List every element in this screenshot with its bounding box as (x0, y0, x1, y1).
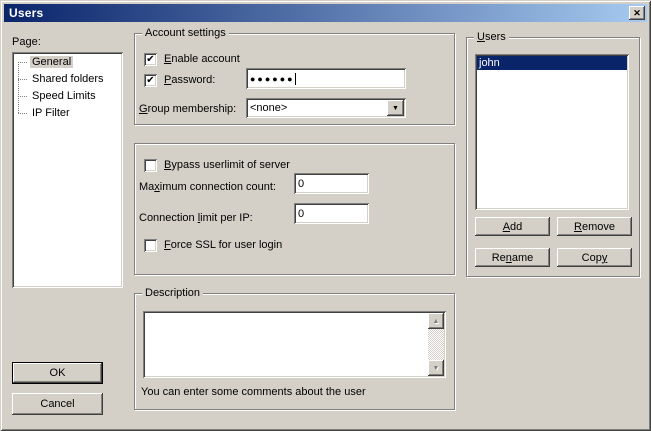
password-field[interactable]: ●●●●●● (246, 68, 406, 89)
enable-account-label[interactable]: Enable account (164, 53, 240, 65)
tree-item-label: IP Filter (30, 107, 72, 119)
password-checkbox[interactable]: ✔ (144, 74, 157, 87)
page-tree[interactable]: General Shared folders Speed Limits IP F… (12, 52, 123, 288)
users-list[interactable]: john (475, 54, 629, 210)
rename-button[interactable]: Rename (475, 248, 550, 267)
description-textarea[interactable]: ▲ ▼ (143, 311, 446, 378)
description-hint: You can enter some comments about the us… (141, 386, 366, 398)
window-title: Users (9, 6, 43, 20)
scroll-down-icon: ▼ (433, 365, 440, 372)
force-ssl-label[interactable]: Force SSL for user login (164, 239, 282, 251)
close-button[interactable]: ✕ (629, 6, 645, 20)
tree-item-shared-folders[interactable]: Shared folders (14, 71, 121, 88)
group-membership-value: <none> (250, 102, 402, 114)
dropdown-button[interactable]: ▼ (387, 100, 404, 116)
limits-group: ✔ Bypass userlimit of server Maximum con… (134, 143, 455, 275)
cancel-button[interactable]: Cancel (12, 393, 103, 415)
tree-item-label: Speed Limits (30, 90, 98, 102)
force-ssl-checkbox[interactable]: ✔ (144, 239, 157, 252)
ok-button[interactable]: OK (12, 362, 103, 384)
tree-item-general[interactable]: General (14, 54, 121, 71)
copy-button[interactable]: Copy (557, 248, 632, 267)
tree-item-ip-filter[interactable]: IP Filter (14, 105, 121, 122)
enable-account-checkbox[interactable]: ✔ (144, 53, 157, 66)
remove-button-label: Remove (574, 221, 615, 233)
chevron-down-icon: ▼ (392, 105, 399, 112)
bypass-userlimit-label[interactable]: Bypass userlimit of server (164, 159, 290, 171)
add-button-label: Add (503, 221, 523, 233)
add-button[interactable]: Add (475, 217, 550, 236)
scroll-down-button[interactable]: ▼ (428, 360, 444, 376)
check-icon: ✔ (146, 53, 154, 66)
group-membership-label: Group membership: (139, 103, 236, 115)
tree-item-speed-limits[interactable]: Speed Limits (14, 88, 121, 105)
text-caret (295, 73, 296, 85)
rename-button-label: Rename (492, 252, 534, 264)
password-masked-value: ●●●●●● (250, 74, 295, 84)
account-settings-group: Account settings ✔ Enable account ✔ Pass… (134, 33, 455, 125)
user-list-item[interactable]: john (477, 56, 627, 70)
users-group-title: Users (474, 31, 509, 43)
copy-button-label: Copy (582, 252, 608, 264)
scroll-up-icon: ▲ (433, 318, 440, 325)
tree-item-label: Shared folders (30, 73, 106, 85)
remove-button[interactable]: Remove (557, 217, 632, 236)
close-icon: ✕ (633, 9, 641, 18)
users-group: Users john Add Remove Rename Copy (466, 37, 640, 277)
cancel-button-label: Cancel (40, 398, 74, 410)
account-settings-title: Account settings (142, 27, 229, 39)
bypass-userlimit-checkbox[interactable]: ✔ (144, 159, 157, 172)
user-name: john (479, 57, 500, 69)
check-icon: ✔ (146, 74, 154, 87)
description-scrollbar[interactable]: ▲ ▼ (428, 313, 444, 376)
max-connection-count-label: Maximum connection count: (139, 181, 276, 193)
connection-limit-per-ip-input[interactable] (294, 203, 369, 224)
description-title: Description (142, 287, 203, 299)
description-group: Description ▲ ▼ You can enter some comme… (134, 293, 455, 410)
password-label[interactable]: Password: (164, 74, 215, 86)
ok-button-label: OK (50, 367, 66, 379)
users-dialog: Users ✕ Page: General Shared folders Spe… (0, 0, 651, 431)
titlebar: Users ✕ (4, 4, 647, 22)
tree-item-label: General (30, 56, 73, 68)
scroll-up-button[interactable]: ▲ (428, 313, 444, 329)
max-connection-count-input[interactable] (294, 173, 369, 194)
connection-limit-per-ip-label: Connection limit per IP: (139, 212, 253, 224)
page-label: Page: (12, 36, 41, 48)
group-membership-select[interactable]: <none> ▼ (246, 98, 406, 118)
